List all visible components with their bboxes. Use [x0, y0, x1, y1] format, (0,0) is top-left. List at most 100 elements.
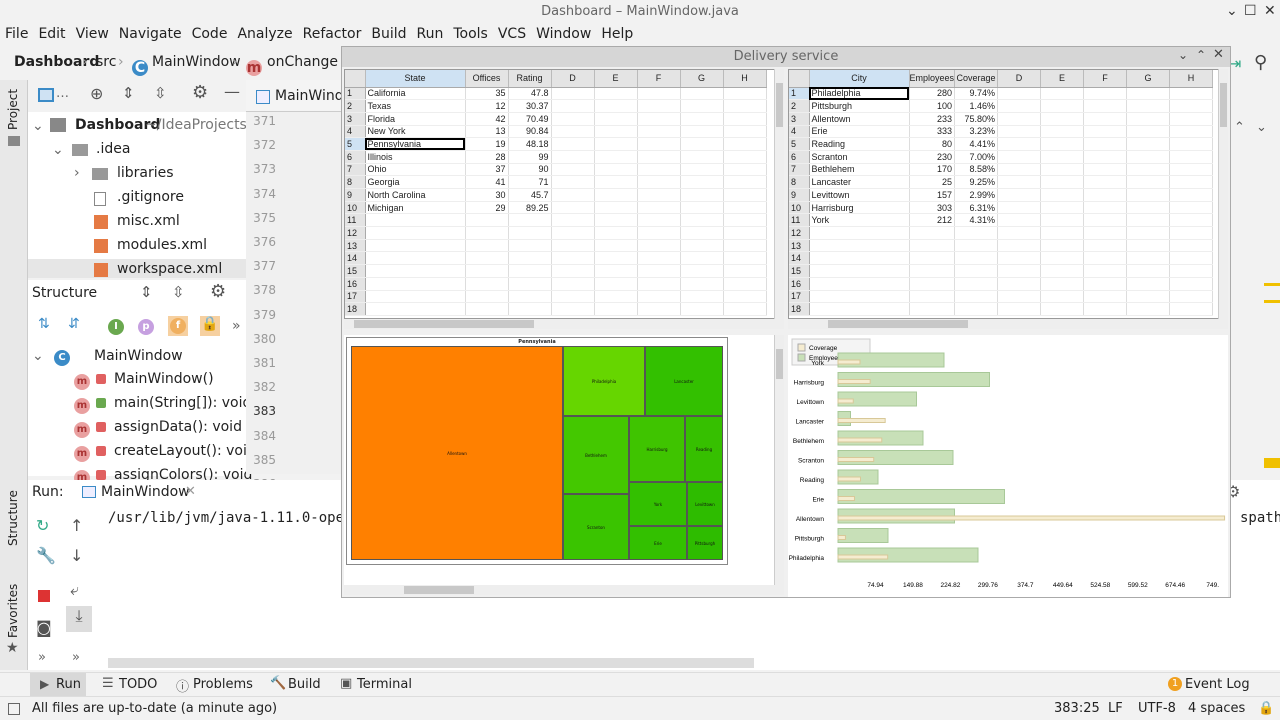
grid-cell[interactable]	[1083, 87, 1128, 101]
grid-cell[interactable]	[551, 277, 595, 291]
grid-cell[interactable]	[637, 239, 681, 253]
maximize-icon[interactable]: ⌃	[1196, 48, 1206, 62]
grid-cell[interactable]: 4.31%	[954, 213, 999, 228]
grid-cell[interactable]	[594, 201, 638, 215]
vertical-scrollbar[interactable]	[774, 335, 784, 585]
grid-cell[interactable]	[680, 188, 724, 202]
grid-cell[interactable]	[954, 277, 999, 291]
grid-cell[interactable]	[1040, 239, 1085, 253]
grid-cell[interactable]	[1169, 213, 1214, 228]
grid-cell[interactable]	[1169, 239, 1214, 253]
grid-cell[interactable]	[1169, 251, 1214, 266]
grid-cell[interactable]: 71	[508, 175, 552, 189]
grid-cell[interactable]: 333	[909, 125, 956, 139]
row-header[interactable]: 7	[345, 163, 366, 177]
close-icon[interactable]: ✕	[1213, 47, 1224, 62]
wrench-icon[interactable]: 🔧	[36, 546, 56, 565]
chevron-up-icon[interactable]: ⌃	[1234, 120, 1245, 135]
row-header[interactable]: 2	[345, 99, 366, 113]
grid-cell[interactable]: 29	[465, 201, 509, 215]
chevron-down-icon[interactable]: ⌄	[1256, 120, 1267, 135]
vertical-scrollbar[interactable]	[1218, 69, 1228, 319]
column-header[interactable]: G	[680, 70, 724, 88]
grid-cell[interactable]	[1083, 175, 1128, 189]
row-header[interactable]: 3	[345, 112, 366, 126]
grid-cell[interactable]	[508, 277, 552, 291]
grid-cell[interactable]	[508, 226, 552, 240]
arrow-up-icon[interactable]: ↑	[70, 516, 83, 535]
sort-alpha-icon[interactable]: ⇵	[68, 316, 80, 332]
grid-cell[interactable]	[551, 87, 595, 101]
grid-cell[interactable]	[465, 277, 509, 291]
grid-cell[interactable]	[909, 277, 956, 291]
grid-cell[interactable]	[1126, 226, 1171, 240]
grid-cell[interactable]	[365, 213, 466, 228]
grid-cell[interactable]: Levittown	[809, 188, 910, 202]
grid-cell[interactable]	[594, 175, 638, 189]
grid-cell[interactable]	[1040, 213, 1085, 228]
grid-cell[interactable]	[1083, 213, 1128, 228]
grid-cell[interactable]	[594, 112, 638, 126]
grid-cell[interactable]	[909, 226, 956, 240]
grid-cell[interactable]: Michigan	[365, 201, 466, 215]
search-icon[interactable]: ⚲	[1254, 52, 1267, 73]
grid-cell[interactable]	[594, 163, 638, 177]
grid-cell[interactable]	[1083, 112, 1128, 126]
grid-cell[interactable]	[1169, 290, 1214, 304]
grid-cell[interactable]	[465, 213, 509, 228]
grid-cell[interactable]: 12	[465, 99, 509, 113]
grid-cell[interactable]	[680, 226, 724, 240]
tree-libraries[interactable]: libraries	[117, 165, 174, 181]
grid-cell[interactable]: Texas	[365, 99, 466, 113]
row-header[interactable]: 11	[789, 213, 810, 228]
grid-cell[interactable]	[465, 239, 509, 253]
grid-cell[interactable]	[551, 302, 595, 316]
tree-idea[interactable]: .idea	[96, 141, 130, 157]
column-header[interactable]: D	[551, 70, 595, 88]
horizontal-scrollbar[interactable]	[788, 319, 1228, 329]
grid-cell[interactable]: Pittsburgh	[809, 99, 910, 113]
row-header[interactable]: 2	[789, 99, 810, 113]
layout-icon[interactable]	[8, 703, 20, 715]
row-header[interactable]: 6	[345, 150, 366, 164]
grid-cell[interactable]	[594, 277, 638, 291]
grid-cell[interactable]: 90	[508, 163, 552, 177]
grid-cell[interactable]	[637, 99, 681, 113]
caret-position[interactable]: 383:25	[1054, 701, 1100, 716]
grid-cell[interactable]	[909, 239, 956, 253]
grid-cell[interactable]	[680, 239, 724, 253]
collapse-all-icon[interactable]: ⇳	[154, 84, 167, 102]
grid-cell[interactable]	[1126, 112, 1171, 126]
grid-cell[interactable]: 90.84	[508, 125, 552, 139]
grid-cell[interactable]	[1169, 137, 1214, 151]
grid-cell[interactable]	[1169, 150, 1214, 164]
bar-coverage[interactable]	[837, 457, 875, 462]
grid-cell[interactable]: 212	[909, 213, 956, 228]
grid-cell[interactable]	[680, 150, 724, 164]
column-header[interactable]: City	[809, 70, 910, 88]
grid-cell[interactable]	[551, 264, 595, 278]
grid-cell[interactable]	[1040, 150, 1085, 164]
grid-cell[interactable]	[809, 264, 910, 278]
grid-cell[interactable]	[465, 290, 509, 304]
grid-cell[interactable]	[551, 201, 595, 215]
grid-cell[interactable]	[551, 239, 595, 253]
treemap-cell[interactable]: Erie	[629, 526, 687, 560]
grid-cell[interactable]	[723, 226, 767, 240]
row-header[interactable]: 9	[789, 188, 810, 202]
grid-cell[interactable]	[594, 188, 638, 202]
menu-refactor[interactable]: Refactor	[303, 26, 362, 42]
treemap-cell[interactable]: Philadelphia	[563, 346, 645, 416]
grid-cell[interactable]	[1083, 125, 1128, 139]
grid-cell[interactable]	[594, 290, 638, 304]
horizontal-scrollbar[interactable]	[344, 585, 784, 595]
grid-cell[interactable]	[637, 201, 681, 215]
grid-cell[interactable]	[1126, 213, 1171, 228]
grid-cell[interactable]	[1083, 137, 1128, 151]
grid-cell[interactable]	[809, 277, 910, 291]
horizontal-scrollbar[interactable]	[344, 319, 784, 329]
grid-cell[interactable]	[954, 264, 999, 278]
grid-cell[interactable]: 233	[909, 112, 956, 126]
grid-cell[interactable]: 75.80%	[954, 112, 999, 126]
grid-cell[interactable]	[680, 264, 724, 278]
